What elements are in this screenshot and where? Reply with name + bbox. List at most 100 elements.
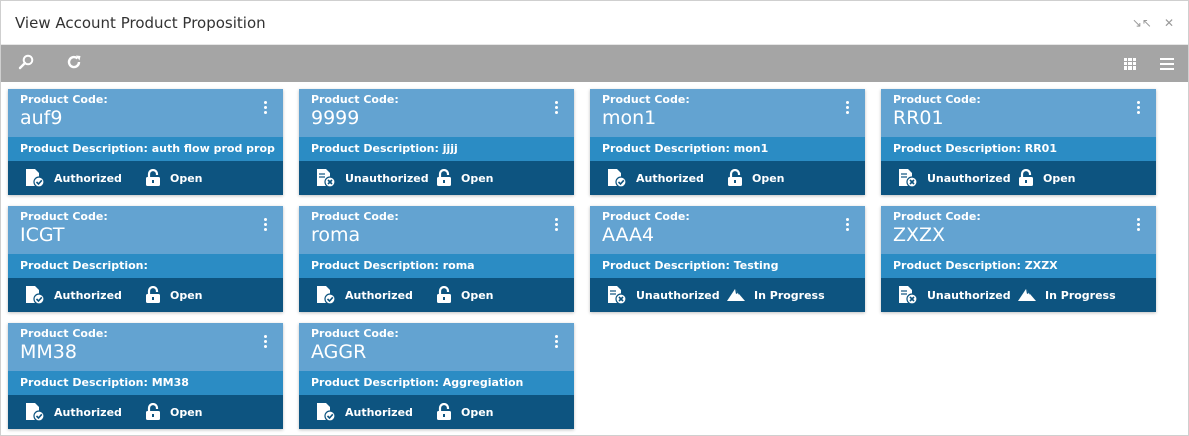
close-icon[interactable]: ✕ (1164, 16, 1174, 30)
grid-view-icon[interactable] (1124, 57, 1136, 70)
refresh-icon[interactable] (63, 54, 85, 74)
unauthorized-doc-icon (897, 285, 919, 305)
product-code-label: Product Code: (20, 327, 108, 340)
authorization-status: Unauthorized (636, 288, 720, 302)
record-status: In Progress (1045, 288, 1116, 302)
record-status: In Progress (754, 288, 825, 302)
authorized-doc-icon (24, 285, 46, 305)
unauthorized-doc-icon (606, 285, 628, 305)
in-progress-icon (1017, 287, 1037, 303)
card-header: Product Code: MM38 (8, 323, 283, 371)
card-status-bar: Unauthorized Open (299, 161, 574, 195)
product-code-label: Product Code: (311, 210, 399, 223)
kebab-menu-icon[interactable] (555, 218, 558, 231)
product-description: Product Description: mon1 (590, 137, 865, 161)
window: View Account Product Proposition ↘↖ ✕ Pr… (0, 0, 1189, 436)
in-progress-icon (726, 287, 746, 303)
product-card-mm38[interactable]: Product Code: MM38 Product Description: … (8, 323, 283, 429)
authorization-status: Authorized (345, 288, 413, 302)
minimize-icon[interactable]: ↘↖ (1132, 16, 1152, 30)
authorization-status: Authorized (54, 171, 122, 185)
card-header: Product Code: mon1 (590, 89, 865, 137)
authorized-doc-icon (315, 285, 337, 305)
product-card-auf9[interactable]: Product Code: auf9 Product Description: … (8, 89, 283, 195)
product-code-label: Product Code: (311, 93, 399, 106)
card-header: Product Code: ZXZX (881, 206, 1156, 254)
product-card-9999[interactable]: Product Code: 9999 Product Description: … (299, 89, 574, 195)
kebab-menu-icon[interactable] (264, 218, 267, 231)
product-code-value: ICGT (20, 224, 65, 246)
product-code-value: RR01 (893, 107, 944, 129)
card-header: Product Code: 9999 (299, 89, 574, 137)
product-code-value: roma (311, 224, 361, 246)
authorized-doc-icon (606, 168, 628, 188)
unauthorized-doc-icon (315, 168, 337, 188)
kebab-menu-icon[interactable] (264, 101, 267, 114)
authorization-status: Authorized (345, 405, 413, 419)
product-code-label: Product Code: (602, 93, 690, 106)
product-code-label: Product Code: (20, 210, 108, 223)
unlock-icon (144, 286, 162, 304)
card-status-bar: Authorized Open (8, 278, 283, 312)
authorized-doc-icon (24, 402, 46, 422)
product-code-value: auf9 (20, 107, 63, 129)
window-controls: ↘↖ ✕ (1132, 16, 1174, 30)
card-status-bar: Unauthorized In Progress (590, 278, 865, 312)
kebab-menu-icon[interactable] (846, 218, 849, 231)
record-status: Open (1043, 171, 1076, 185)
kebab-menu-icon[interactable] (555, 101, 558, 114)
product-code-label: Product Code: (893, 210, 981, 223)
authorization-status: Unauthorized (345, 171, 429, 185)
record-status: Open (752, 171, 785, 185)
unauthorized-doc-icon (897, 168, 919, 188)
card-status-bar: Authorized Open (8, 161, 283, 195)
product-description: Product Description: Aggregiation (299, 371, 574, 395)
kebab-menu-icon[interactable] (1137, 101, 1140, 114)
toolbar (1, 45, 1188, 82)
product-card-aggr[interactable]: Product Code: AGGR Product Description: … (299, 323, 574, 429)
record-status: Open (170, 405, 203, 419)
product-code-label: Product Code: (20, 93, 108, 106)
authorization-status: Unauthorized (927, 288, 1011, 302)
authorized-doc-icon (315, 402, 337, 422)
product-code-label: Product Code: (602, 210, 690, 223)
kebab-menu-icon[interactable] (264, 335, 267, 348)
card-status-bar: Authorized Open (590, 161, 865, 195)
card-status-bar: Authorized Open (299, 395, 574, 429)
record-status: Open (461, 288, 494, 302)
product-card-zxzx[interactable]: Product Code: ZXZX Product Description: … (881, 206, 1156, 312)
kebab-menu-icon[interactable] (555, 335, 558, 348)
card-status-bar: Unauthorized Open (881, 161, 1156, 195)
product-description: Product Description: jjjj (299, 137, 574, 161)
product-code-value: 9999 (311, 107, 360, 129)
list-view-icon[interactable] (1160, 57, 1174, 70)
unlock-icon (435, 286, 453, 304)
product-description: Product Description: ZXZX (881, 254, 1156, 278)
authorization-status: Unauthorized (927, 171, 1011, 185)
product-card-mon1[interactable]: Product Code: mon1 Product Description: … (590, 89, 865, 195)
card-status-bar: Unauthorized In Progress (881, 278, 1156, 312)
kebab-menu-icon[interactable] (846, 101, 849, 114)
product-card-aaa4[interactable]: Product Code: AAA4 Product Description: … (590, 206, 865, 312)
unlock-icon (435, 403, 453, 421)
card-header: Product Code: RR01 (881, 89, 1156, 137)
product-code-value: MM38 (20, 341, 77, 363)
unlock-icon (726, 169, 744, 187)
unlock-icon (144, 403, 162, 421)
product-code-value: AAA4 (602, 224, 655, 246)
card-header: Product Code: AGGR (299, 323, 574, 371)
record-status: Open (461, 405, 494, 419)
product-card-rr01[interactable]: Product Code: RR01 Product Description: … (881, 89, 1156, 195)
unlock-icon (435, 169, 453, 187)
product-description: Product Description: RR01 (881, 137, 1156, 161)
card-status-bar: Authorized Open (299, 278, 574, 312)
search-icon[interactable] (15, 54, 37, 74)
product-card-icgt[interactable]: Product Code: ICGT Product Description: … (8, 206, 283, 312)
kebab-menu-icon[interactable] (1137, 218, 1140, 231)
card-status-bar: Authorized Open (8, 395, 283, 429)
product-card-roma[interactable]: Product Code: roma Product Description: … (299, 206, 574, 312)
product-code-label: Product Code: (311, 327, 399, 340)
product-description: Product Description: Testing (590, 254, 865, 278)
unlock-icon (144, 169, 162, 187)
record-status: Open (170, 288, 203, 302)
